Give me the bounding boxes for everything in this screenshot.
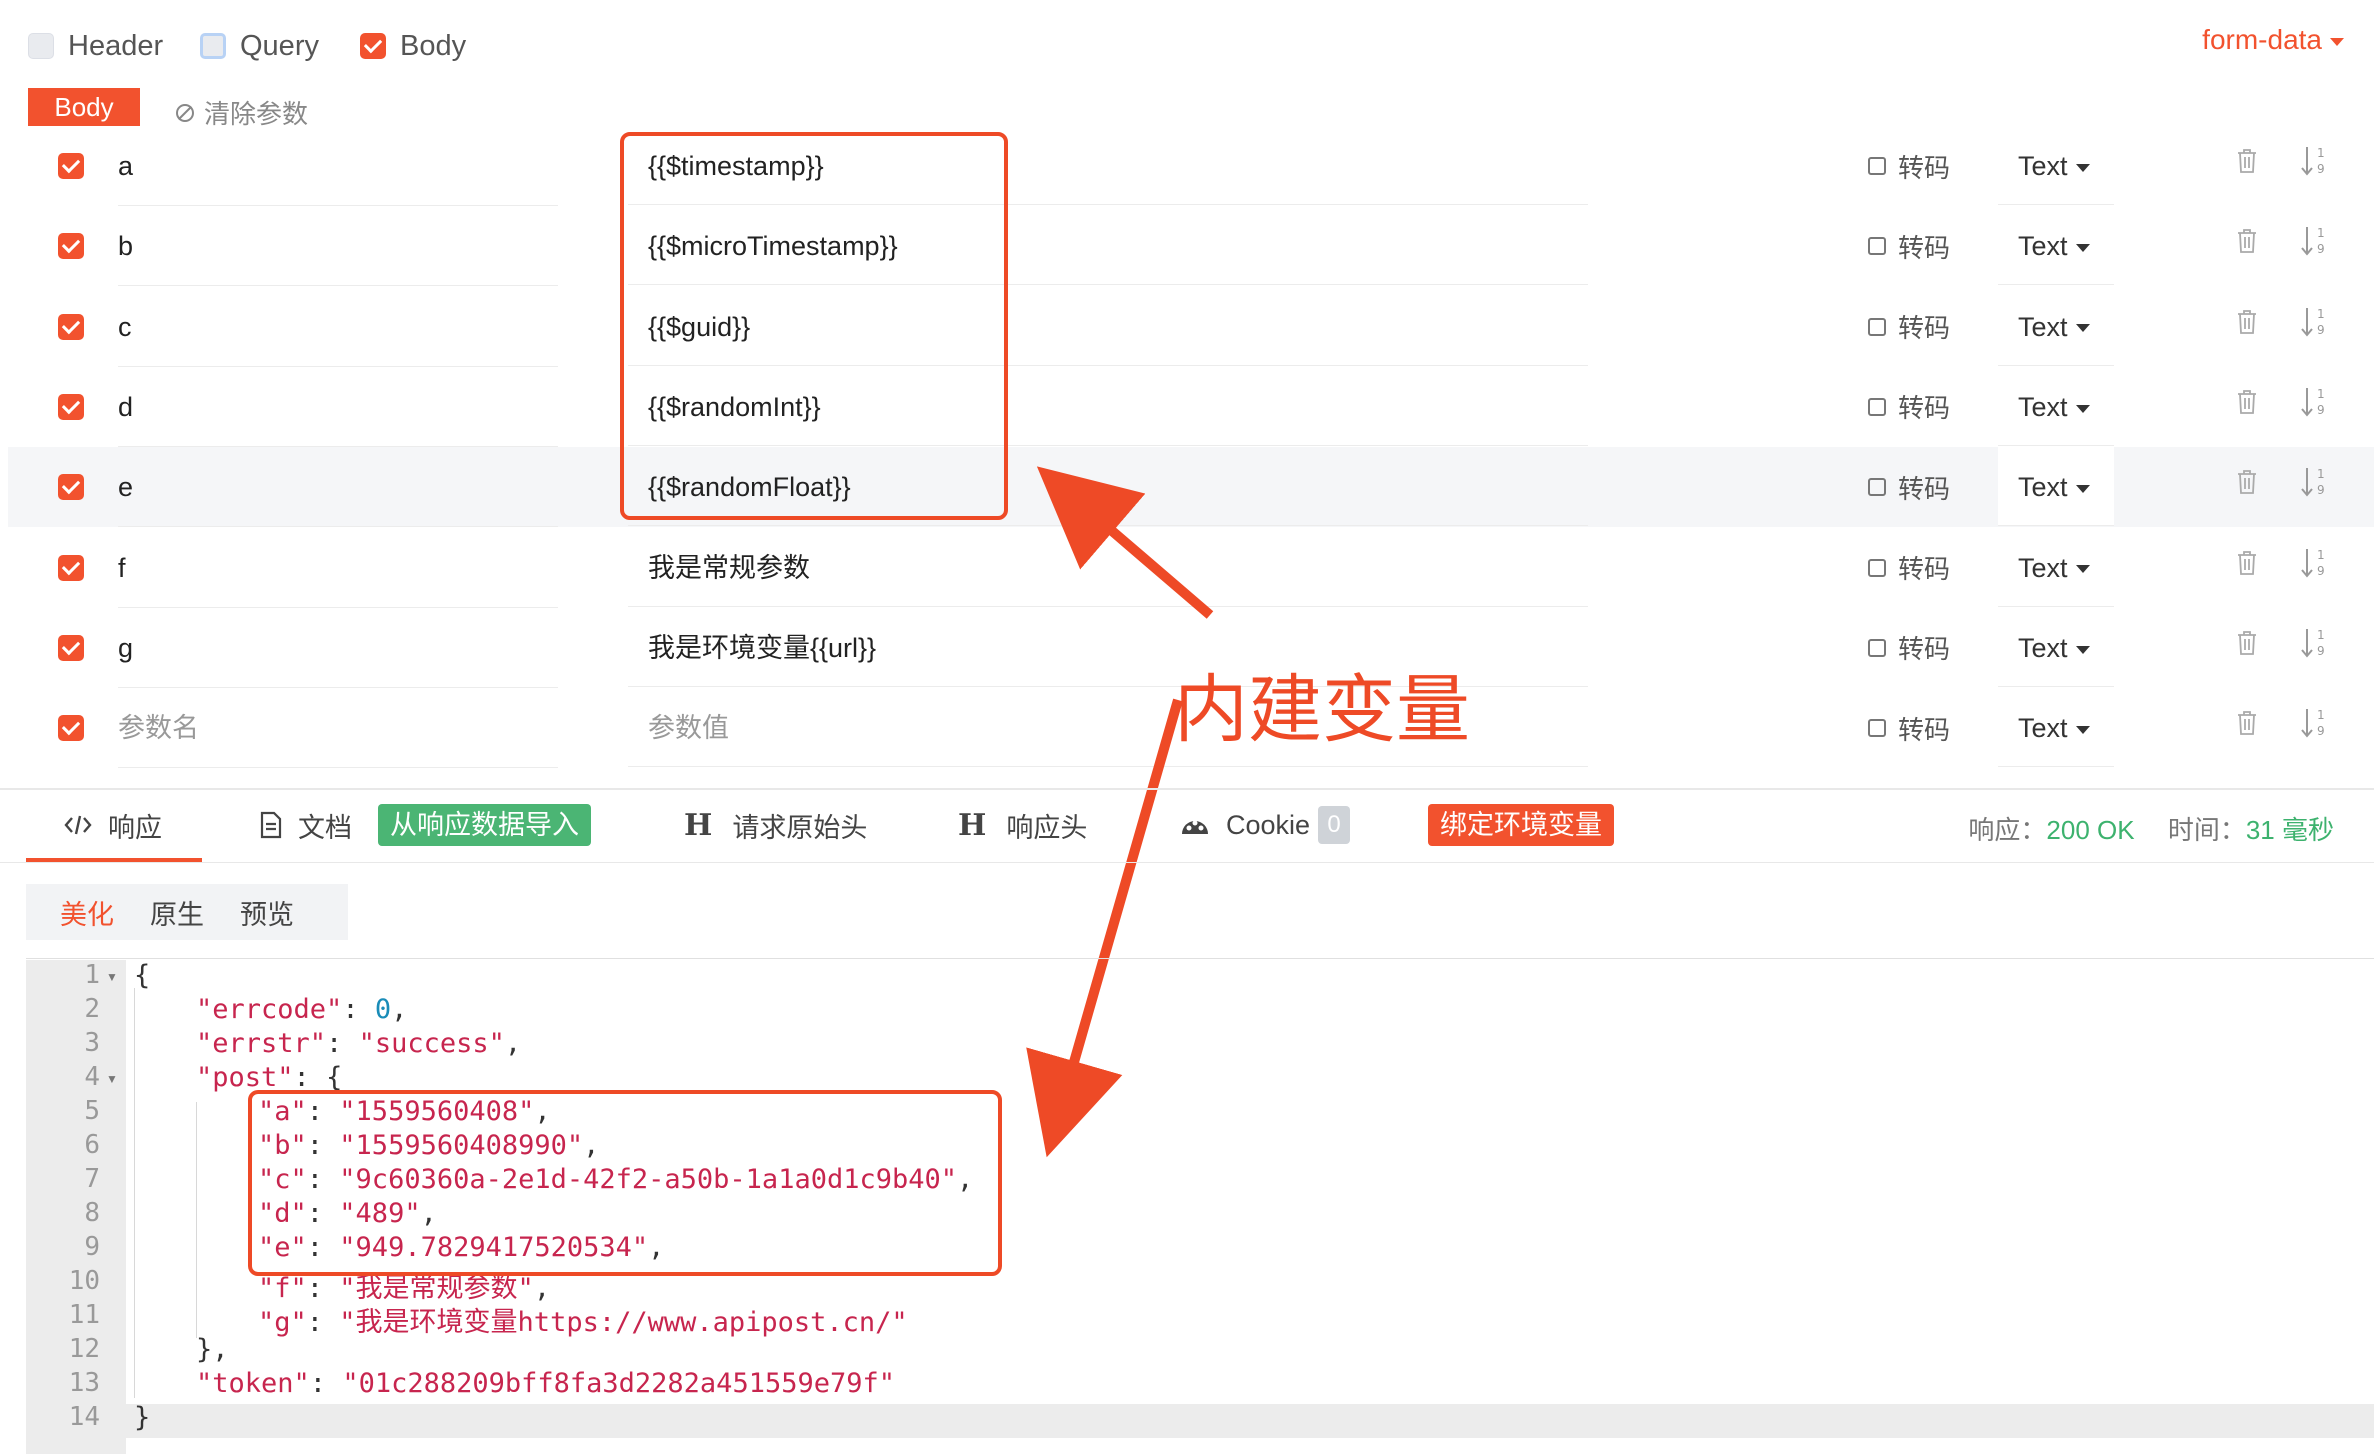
- line-number: 8: [84, 1198, 100, 1228]
- code-editor-border: [26, 958, 2374, 959]
- response-vars-highlight-box: [248, 1090, 1002, 1276]
- line-number: 2: [84, 994, 100, 1024]
- code-line: "errcode": 0,: [196, 994, 408, 1025]
- code-line: "g": "我是环境变量https://www.apipost.cn/": [258, 1307, 908, 1338]
- cookie-count-badge: 0: [1318, 806, 1351, 844]
- arrow-up-icon: [1036, 466, 1214, 619]
- active-line-highlight: [126, 1404, 2374, 1438]
- arrow-down-icon: [1026, 698, 1183, 1158]
- line-number: 13: [68, 1368, 100, 1398]
- code-line: "post": {: [196, 1062, 343, 1093]
- code-line: "errstr": "success",: [196, 1028, 522, 1059]
- document-icon: [260, 811, 282, 839]
- code-line: {: [134, 960, 151, 991]
- line-number: 10: [68, 1266, 100, 1296]
- line-number: 7: [84, 1164, 100, 1194]
- indent-guide: [134, 988, 135, 1398]
- tab-response-headers[interactable]: H 响应头: [958, 800, 1087, 850]
- fold-chevron-icon[interactable]: ▼: [106, 970, 118, 984]
- tab-pretty[interactable]: 美化: [60, 893, 114, 932]
- header-icon: H: [684, 807, 713, 843]
- line-number: 6: [84, 1130, 100, 1160]
- code-line: },: [196, 1334, 229, 1365]
- line-number: 5: [84, 1096, 100, 1126]
- line-number: 3: [84, 1028, 100, 1058]
- line-number: 1: [84, 960, 100, 990]
- line-number: 14: [68, 1402, 100, 1432]
- cookie-icon: [1182, 820, 1208, 834]
- section-divider: [0, 788, 2374, 790]
- bind-env-var-button[interactable]: 绑定环境变量: [1428, 800, 1614, 850]
- line-number: 12: [68, 1334, 100, 1364]
- line-number: 4: [84, 1062, 100, 1092]
- import-from-response-button[interactable]: 从响应数据导入: [378, 800, 591, 850]
- code-line: }: [134, 1402, 151, 1433]
- tab-raw[interactable]: 原生: [150, 893, 204, 932]
- view-mode-tabs: 美化 原生 预览: [26, 884, 348, 940]
- tab-response[interactable]: 响应: [64, 800, 162, 850]
- line-number: 9: [84, 1232, 100, 1262]
- response-status: 响应：200 OK 时间：31 毫秒: [1968, 815, 2334, 845]
- line-number: 11: [68, 1300, 100, 1330]
- builtin-variables-annotation: 内建变量: [1174, 667, 1470, 753]
- tab-preview[interactable]: 预览: [240, 893, 294, 932]
- tab-cookie[interactable]: Cookie 0: [1180, 800, 1351, 850]
- header-icon: H: [958, 807, 987, 843]
- tabs-divider: [0, 862, 2374, 863]
- fold-chevron-icon[interactable]: ▼: [106, 1072, 118, 1086]
- tab-request-headers[interactable]: H 请求原始头: [684, 800, 867, 850]
- tab-docs[interactable]: 文档: [260, 800, 352, 850]
- code-line: "token": "01c288209bff8fa3d2282a451559e7…: [196, 1368, 895, 1399]
- indent-guide: [196, 1102, 197, 1338]
- code-icon: [64, 815, 92, 835]
